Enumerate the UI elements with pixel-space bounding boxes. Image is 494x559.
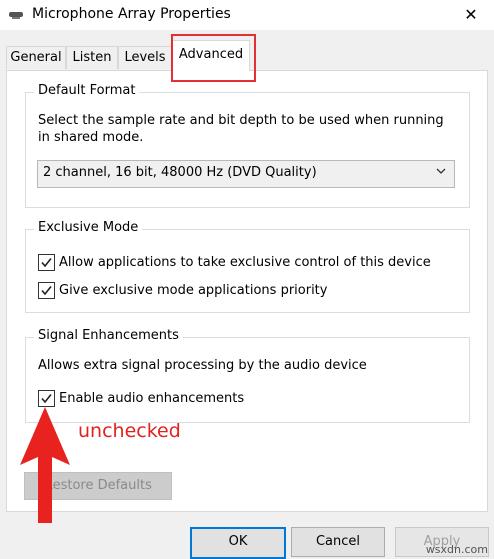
exclusive-priority-label: Give exclusive mode applications priorit…: [59, 283, 328, 298]
default-format-legend: Default Format: [34, 83, 140, 98]
default-format-description-2: in shared mode.: [38, 130, 144, 145]
microphone-icon: [9, 12, 23, 19]
tab-levels[interactable]: Levels: [118, 46, 172, 69]
exclusive-control-checkbox[interactable]: [38, 254, 55, 271]
checkmark-icon: [41, 394, 52, 404]
exclusive-mode-group: Exclusive Mode: [25, 220, 470, 313]
ok-button[interactable]: OK: [190, 527, 286, 559]
audio-enhancements-label: Enable audio enhancements: [59, 391, 245, 406]
checkmark-icon: [41, 286, 52, 296]
close-button[interactable]: ✕: [448, 0, 494, 30]
window-title: Microphone Array Properties: [32, 6, 231, 22]
default-format-group: Default Format: [25, 83, 470, 208]
format-select[interactable]: 2 channel, 16 bit, 48000 Hz (DVD Quality…: [37, 160, 455, 188]
signal-enhancements-description: Allows extra signal processing by the au…: [38, 358, 367, 373]
title-bar: Microphone Array Properties ✕: [0, 0, 494, 30]
tab-listen[interactable]: Listen: [66, 46, 118, 69]
exclusive-control-label: Allow applications to take exclusive con…: [59, 255, 431, 270]
red-arrow-icon: [20, 407, 70, 523]
signal-enhancements-legend: Signal Enhancements: [34, 328, 183, 343]
exclusive-priority-checkbox[interactable]: [38, 282, 55, 299]
default-format-description-1: Select the sample rate and bit depth to …: [38, 113, 444, 128]
cancel-button[interactable]: Cancel: [291, 527, 385, 557]
tab-highlight-box: [171, 34, 256, 82]
chevron-down-icon: [436, 168, 446, 174]
checkmark-icon: [41, 258, 52, 268]
tab-general[interactable]: General: [6, 46, 66, 69]
annotation-text: unchecked: [78, 420, 181, 442]
watermark-text: wsxdn.com: [425, 543, 488, 556]
format-select-value: 2 channel, 16 bit, 48000 Hz (DVD Quality…: [43, 165, 317, 180]
exclusive-mode-legend: Exclusive Mode: [34, 220, 143, 235]
signal-enhancements-group: Signal Enhancements: [25, 328, 470, 423]
